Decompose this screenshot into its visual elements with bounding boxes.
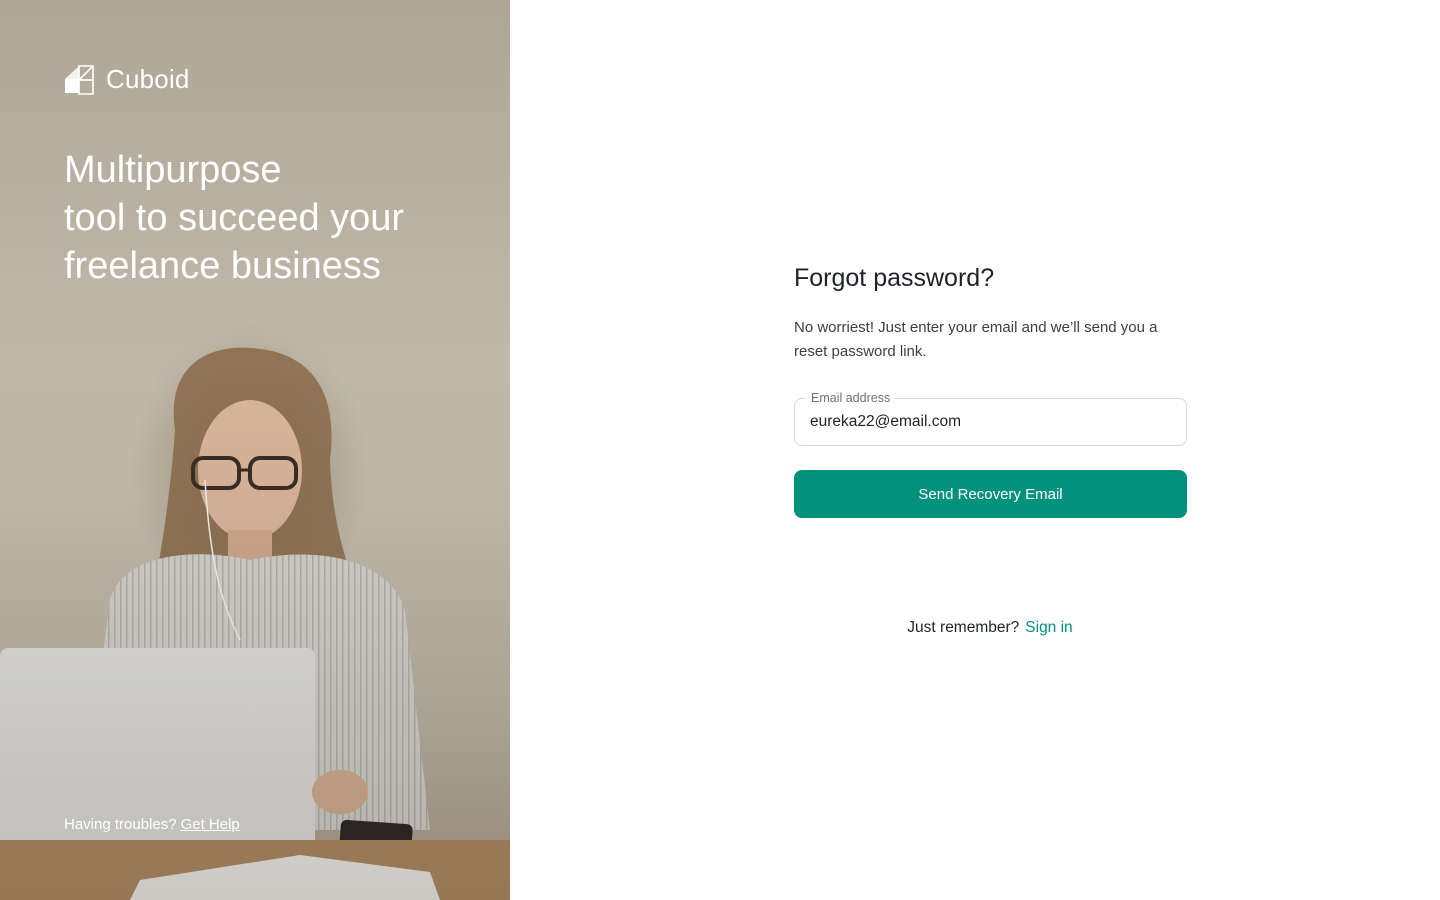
brand-name: Cuboid: [106, 64, 190, 94]
form-description: No worriest! Just enter your email and w…: [794, 319, 1158, 360]
email-field[interactable]: Email address: [794, 390, 1187, 446]
hero-headline-line: Multipurpose: [64, 149, 282, 191]
help-row: Having troubles? Get Help: [64, 816, 240, 833]
forgot-password-form: Forgot password? No worriest! Just enter…: [794, 262, 1187, 518]
page-title: Forgot password?: [794, 264, 995, 292]
hero-panel: Cuboid Multipurpose tool to succeed your…: [0, 0, 510, 900]
hero-headline-line: tool to succeed your: [64, 197, 405, 239]
hero-overlay: [0, 0, 510, 900]
help-text: Having troubles?: [64, 816, 177, 833]
brand[interactable]: Cuboid: [64, 64, 190, 95]
email-input[interactable]: [810, 399, 1170, 445]
send-recovery-email-button[interactable]: Send Recovery Email: [794, 470, 1187, 518]
cube-logo-icon: [65, 64, 94, 95]
get-help-link[interactable]: Get Help: [181, 816, 240, 833]
signin-row: Just remember? Sign in: [0, 619, 1440, 637]
hero-headline-line: freelance business: [64, 245, 381, 287]
sign-in-link[interactable]: Sign in: [1025, 619, 1072, 637]
signin-question: Just remember?: [907, 619, 1020, 636]
hero-headline: Multipurpose tool to succeed your freela…: [64, 146, 464, 290]
